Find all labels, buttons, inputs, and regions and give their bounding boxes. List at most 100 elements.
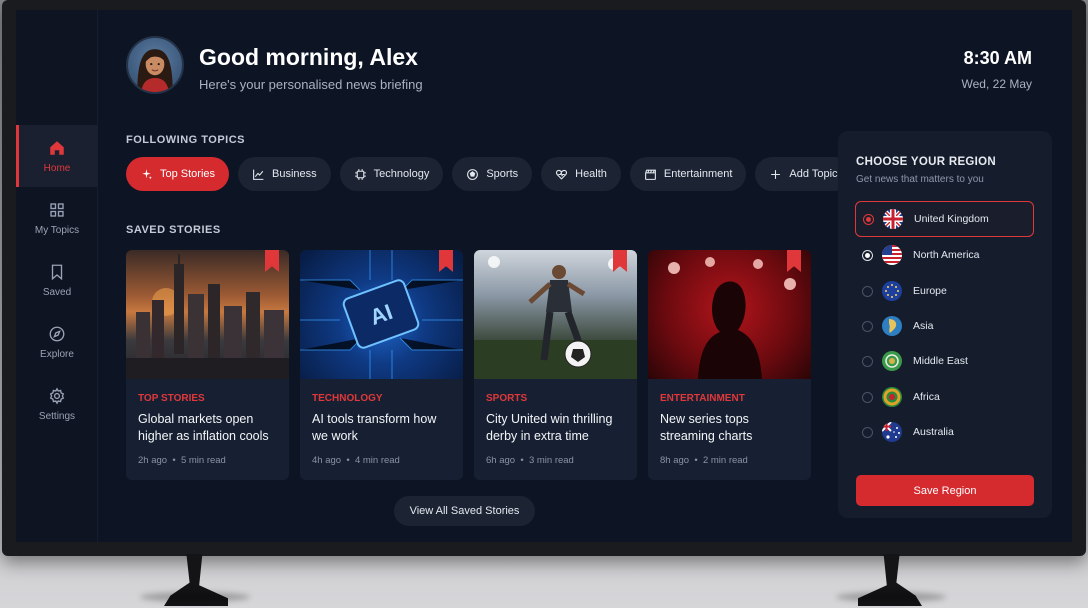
region-title: CHOOSE YOUR REGION (856, 156, 997, 168)
story-meta: 6h ago • 3 min read (486, 455, 574, 466)
bookmark-icon (51, 264, 63, 280)
sidebar-item-label: Explore (40, 348, 74, 360)
sidebar-item-label: My Topics (34, 224, 80, 236)
australia-flag-icon (882, 422, 902, 442)
chip-icon (354, 168, 366, 180)
radio-unselected[interactable] (862, 285, 873, 297)
avatar[interactable] (126, 36, 184, 94)
radio-unselected[interactable] (862, 320, 873, 332)
clock-time: 8:30 AM (963, 48, 1032, 68)
middle-east-globe-icon (882, 351, 902, 371)
story-read-time: 4 min read (354, 455, 400, 466)
region-option-australia[interactable]: Australia (855, 414, 1034, 450)
topic-chip-label: Sports (486, 168, 519, 180)
region-option-europe[interactable]: Europe (855, 273, 1034, 309)
tv-frame: Home My Topics Saved Explore Settings Go… (2, 0, 1086, 556)
ai-chip-graphic: AI (300, 250, 463, 379)
chart-icon (253, 169, 264, 180)
asia-globe-icon (882, 316, 902, 336)
story-image-football-player (474, 250, 637, 379)
sidebar-item-explore[interactable]: Explore (16, 311, 98, 373)
topic-chip-label: Entertainment (663, 168, 733, 180)
save-region-button[interactable]: Save Region (856, 475, 1034, 506)
greeting-subtitle: Here's your personalised news briefing (199, 77, 423, 92)
region-option-middle-east[interactable]: Middle East (855, 343, 1034, 379)
football-player-graphic (474, 256, 637, 379)
sparkle-icon (142, 168, 152, 179)
region-label: North America (913, 249, 980, 261)
region-option-north-america[interactable]: North America (855, 237, 1034, 273)
eu-flag-icon (882, 281, 902, 301)
topic-chip-business[interactable]: Business (238, 157, 331, 191)
sidebar-item-saved[interactable]: Saved (16, 249, 98, 311)
user-portrait (137, 49, 173, 92)
stand-shadow-right (836, 592, 946, 602)
city-skyline-graphic (126, 254, 289, 379)
story-age: 2h ago (138, 455, 168, 466)
uk-flag-icon (883, 209, 903, 229)
sidebar-item-settings[interactable]: Settings (16, 373, 98, 435)
region-panel: CHOOSE YOUR REGION Get news that matters… (838, 131, 1052, 518)
region-label: Europe (913, 285, 947, 297)
sidebar-item-home[interactable]: Home (16, 125, 98, 187)
region-label: Australia (913, 426, 954, 438)
topic-chip-label: Technology (373, 168, 430, 180)
region-label: Middle East (913, 355, 968, 367)
radio-unselected[interactable] (862, 391, 873, 403)
view-all-saved-button[interactable]: View All Saved Stories (394, 496, 535, 526)
story-card[interactable]: AI TECHNOLOGY AI tools transform how we … (300, 250, 463, 480)
tv-screen: Home My Topics Saved Explore Settings Go… (16, 10, 1072, 542)
topic-chip-sports[interactable]: Sports (452, 157, 533, 191)
story-meta: 2h ago • 5 min read (138, 455, 226, 466)
clapper-icon (645, 169, 656, 180)
clock-date: Wed, 22 May (961, 77, 1032, 91)
stand-shadow-left (140, 592, 250, 602)
radio-unselected[interactable] (862, 426, 873, 438)
compass-icon (49, 326, 65, 341)
topic-chip-entertainment[interactable]: Entertainment (629, 157, 747, 191)
topic-chip-top-stories[interactable]: Top Stories (126, 157, 230, 191)
region-subtitle: Get news that matters to you (856, 174, 984, 185)
region-label: Asia (913, 320, 934, 332)
story-title: AI tools transform how we work (312, 412, 437, 443)
topic-chip-technology[interactable]: Technology (339, 157, 444, 191)
story-image-stage-silhouette (648, 250, 811, 379)
story-age: 8h ago (660, 455, 690, 466)
story-meta: 4h ago • 4 min read (312, 455, 400, 466)
africa-globe-icon (882, 387, 902, 407)
story-card[interactable]: ENTERTAINMENT New series tops streaming … (648, 250, 811, 480)
radio-unselected[interactable] (862, 355, 873, 367)
sidebar: Home My Topics Saved Explore Settings (16, 10, 98, 542)
plus-icon (771, 169, 781, 179)
region-label: Africa (913, 391, 940, 403)
story-card[interactable]: SPORTS City United win thrilling derby i… (474, 250, 637, 480)
stage-silhouette-graphic (668, 257, 796, 379)
story-category: SPORTS (486, 393, 528, 404)
topic-chip-label: Business (272, 168, 317, 180)
story-read-time: 2 min read (702, 455, 748, 466)
story-read-time: 5 min read (180, 455, 226, 466)
sidebar-item-label: Saved (42, 286, 72, 298)
story-age: 4h ago (312, 455, 342, 466)
topic-chip-health[interactable]: Health (541, 157, 621, 191)
us-flag-icon (882, 245, 902, 265)
region-option-africa[interactable]: Africa (855, 379, 1034, 415)
sidebar-item-my-topics[interactable]: My Topics (16, 187, 98, 249)
following-topics-title: FOLLOWING TOPICS (126, 134, 246, 146)
story-image-ai-chip: AI (300, 250, 463, 379)
radio-focused[interactable] (862, 249, 873, 261)
heart-icon (556, 169, 568, 180)
region-option-asia[interactable]: Asia (855, 308, 1034, 344)
greeting-title: Good morning, Alex (199, 44, 418, 70)
region-option-united-kingdom[interactable]: United Kingdom (855, 201, 1034, 237)
region-label: United Kingdom (914, 213, 989, 225)
story-category: TECHNOLOGY (312, 393, 383, 404)
sidebar-item-label: Settings (38, 410, 76, 422)
topic-chip-label: Top Stories (160, 168, 216, 180)
topic-chip-label: Add Topic (789, 168, 838, 180)
story-title: Global markets open higher as inflation … (138, 412, 269, 443)
topic-chips: Top Stories Business Technology Sports H… (126, 157, 852, 191)
home-icon (50, 140, 64, 155)
story-card[interactable]: TOP STORIES Global markets open higher a… (126, 250, 289, 480)
radio-selected[interactable] (863, 213, 874, 225)
